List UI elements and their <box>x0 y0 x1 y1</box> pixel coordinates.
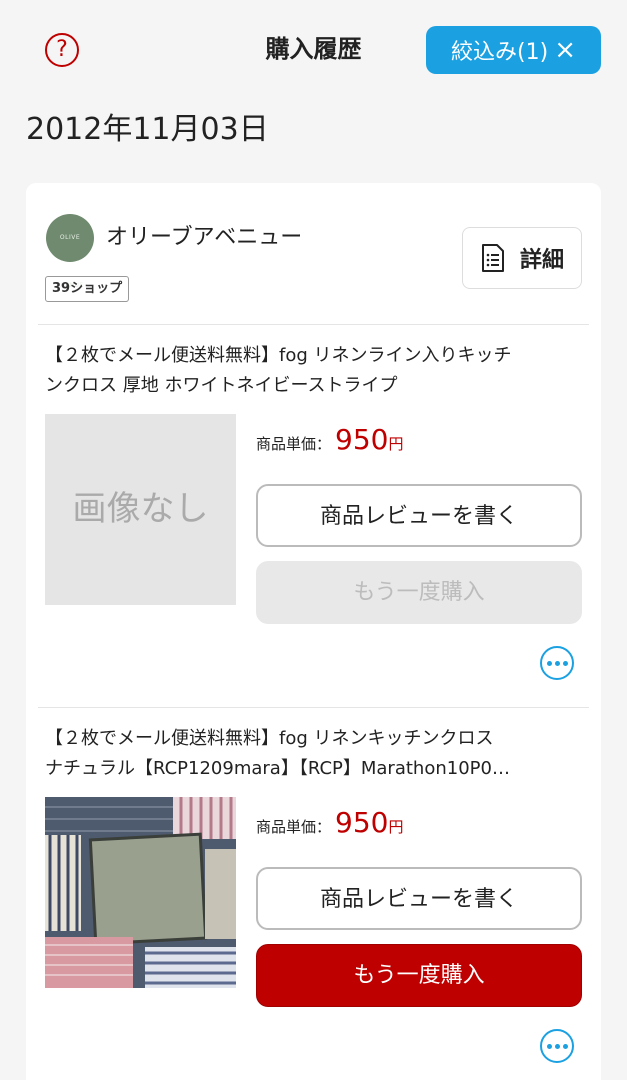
price-label: 商品単価： <box>256 435 332 453</box>
shop-logo[interactable]: OLIVE AVENUE <box>46 214 94 289</box>
order-date: 2012年11月03日 <box>26 112 269 147</box>
price-currency: 円 <box>388 818 404 836</box>
price-label: 商品単価： <box>256 818 332 836</box>
item-title-line: 【２枚でメール便送料無料】fog リネンキッチンクロス <box>45 728 494 749</box>
price-row: 商品単価： 950 円 <box>256 806 403 839</box>
app-header: ? 購入履歴 絞込み(1) × <box>0 0 627 100</box>
shop-name[interactable]: オリーブアベニュー <box>106 221 302 255</box>
document-icon <box>481 244 504 272</box>
filter-button[interactable]: 絞込み(1) × <box>426 26 601 74</box>
filter-label: 絞込み(1) <box>451 40 549 65</box>
divider <box>38 707 589 708</box>
item-image-placeholder[interactable]: 画像なし <box>45 414 236 605</box>
item-title[interactable]: 【２枚でメール便送料無料】fog リネンライン入りキッチ ンクロス 厚地 ホワイ… <box>45 341 585 401</box>
item-title[interactable]: 【２枚でメール便送料無料】fog リネンキッチンクロス ナチュラル【RCP120… <box>45 724 585 784</box>
buy-again-button: もう一度購入 <box>256 561 582 624</box>
item-title-line: ナチュラル【RCP1209mara】【RCP】Marathon10P0… <box>45 758 510 779</box>
item-title-line: 【２枚でメール便送料無料】fog リネンライン入りキッチ <box>45 345 512 366</box>
close-icon: × <box>554 35 576 65</box>
order-card: OLIVE AVENUE オリーブアベニュー 39ショップ 詳細 【２枚でメール… <box>26 183 601 1080</box>
detail-button[interactable]: 詳細 <box>462 227 582 289</box>
detail-label: 詳細 <box>519 248 564 273</box>
buy-again-button[interactable]: もう一度購入 <box>256 944 582 1007</box>
more-options-icon[interactable] <box>540 646 574 680</box>
write-review-button[interactable]: 商品レビューを書く <box>256 484 582 547</box>
divider <box>38 324 589 325</box>
shop-badge: 39ショップ <box>45 276 130 302</box>
price-value: 950 <box>335 423 389 456</box>
item-image[interactable] <box>45 797 236 988</box>
more-options-icon[interactable] <box>540 1029 574 1063</box>
price-currency: 円 <box>388 435 404 453</box>
price-row: 商品単価： 950 円 <box>256 423 403 456</box>
item-title-line: ンクロス 厚地 ホワイトネイビーストライプ <box>45 375 398 396</box>
write-review-button[interactable]: 商品レビューを書く <box>256 867 582 930</box>
kitchen-cloth-photo <box>45 797 236 988</box>
price-value: 950 <box>335 806 389 839</box>
